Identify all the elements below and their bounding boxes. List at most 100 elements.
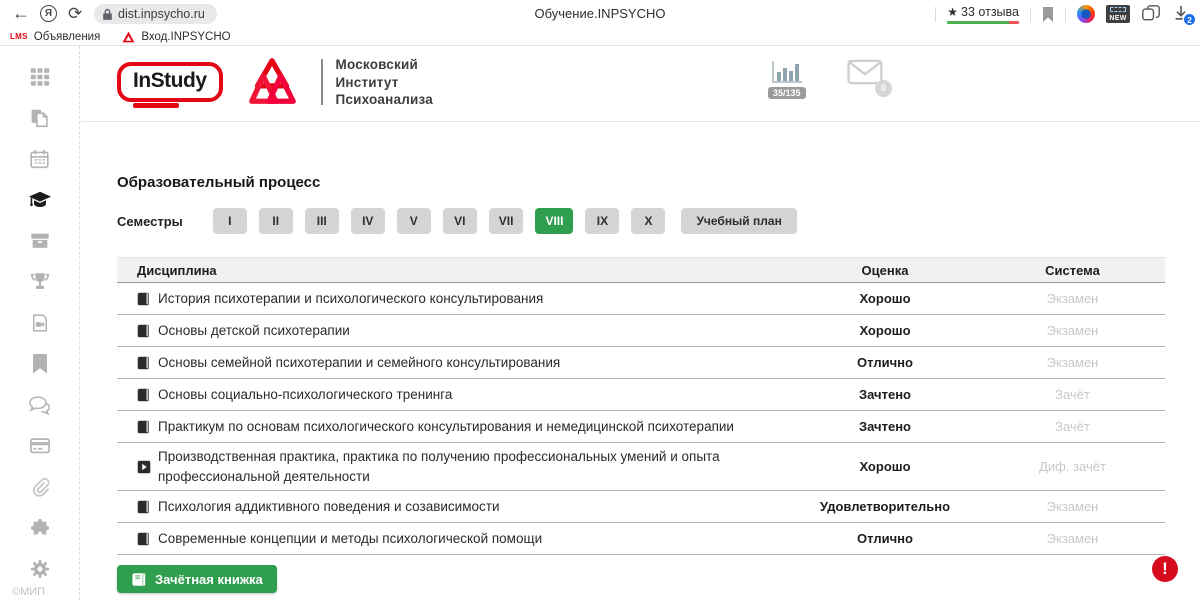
sidebar-item-archive[interactable] — [28, 230, 52, 252]
discipline-label: Психология аддиктивного поведения и соза… — [158, 497, 499, 517]
instudy-logo-text: InStudy — [133, 69, 207, 92]
institute-line: Психоанализа — [336, 91, 433, 109]
sidebar-item-attachments[interactable] — [28, 476, 52, 498]
sidebar: ©МИП — [0, 46, 80, 600]
sidebar-item-messages[interactable] — [28, 394, 52, 416]
institute-name: Московский Институт Психоанализа — [321, 56, 433, 109]
semester-button-9[interactable]: IX — [585, 208, 619, 234]
trophy-icon — [29, 271, 51, 293]
triangle-logo-icon — [122, 31, 135, 43]
address-bar[interactable]: dist.inpsycho.ru — [94, 4, 217, 24]
downloads-count-badge: 2 — [1183, 13, 1196, 26]
bookmark-label: Объявления — [34, 31, 101, 43]
reviews-count: 33 отзыва — [961, 5, 1019, 19]
grade-value: Хорошо — [790, 323, 980, 338]
bookmark-announcements[interactable]: LMS Объявления — [10, 31, 100, 43]
archive-box-icon — [29, 230, 51, 252]
star-icon: ★ — [947, 5, 958, 19]
divider — [1065, 7, 1066, 22]
sidebar-item-bookmarks[interactable] — [28, 353, 52, 375]
system-value: Экзамен — [980, 499, 1165, 514]
documents-icon — [29, 107, 50, 129]
institute-line: Московский — [336, 56, 433, 74]
table-row[interactable]: Психология аддиктивного поведения и соза… — [117, 491, 1165, 523]
system-value: Зачёт — [980, 387, 1165, 402]
sidebar-item-payments[interactable] — [28, 435, 52, 457]
sidebar-item-video[interactable] — [28, 312, 52, 334]
progress-badge: 35/135 — [768, 87, 806, 99]
sidebar-item-settings[interactable] — [28, 558, 52, 580]
semester-button-1[interactable]: I — [213, 208, 247, 234]
curriculum-button[interactable]: Учебный план — [681, 208, 796, 234]
table-row[interactable]: История психотерапии и психологического … — [117, 283, 1165, 315]
book-icon — [137, 532, 151, 546]
app-frame: ©МИП InStudy Мо — [0, 46, 1200, 600]
mail-widget[interactable]: 0 — [847, 59, 883, 90]
table-row[interactable]: Практикум по основам психологического ко… — [117, 411, 1165, 443]
table-row[interactable]: Производственная практика, практика по п… — [117, 443, 1165, 491]
reviews-widget[interactable]: ★ 33 отзыва — [947, 5, 1019, 23]
institute-triangle-logo — [243, 56, 301, 108]
grades-table: Дисциплина Оценка Система История психот… — [117, 257, 1165, 555]
divider — [935, 7, 936, 22]
semester-button-4[interactable]: IV — [351, 208, 385, 234]
table-row[interactable]: Основы детской психотерапии Хорошо Экзам… — [117, 315, 1165, 347]
sidebar-item-education[interactable] — [28, 189, 52, 211]
back-icon[interactable]: ← — [12, 4, 30, 22]
table-row[interactable]: Основы социально-психологического тренин… — [117, 379, 1165, 411]
alert-icon[interactable]: ! — [1152, 556, 1178, 582]
lock-icon — [102, 8, 113, 21]
url-text: dist.inpsycho.ru — [118, 7, 205, 21]
brand-row: InStudy Московский Институт Психоа — [117, 56, 433, 109]
bookmark-flag-icon[interactable] — [1042, 7, 1054, 22]
bookmarks-bar: LMS Объявления Вход.INPSYCHO — [0, 28, 1200, 46]
sidebar-item-modules[interactable] — [28, 517, 52, 539]
instudy-logo[interactable]: InStudy — [117, 62, 223, 102]
book-icon — [137, 356, 151, 370]
chat-bubbles-icon — [28, 395, 52, 416]
sidebar-item-apps[interactable] — [28, 66, 52, 88]
sidebar-item-achievements[interactable] — [28, 271, 52, 293]
grade-value: Отлично — [790, 355, 980, 370]
table-row[interactable]: Современные концепции и методы психологи… — [117, 523, 1165, 555]
discipline-label: Основы детской психотерапии — [158, 321, 350, 341]
browser-profile-icon[interactable]: Я — [40, 5, 57, 22]
new-label: NEW — [1106, 15, 1130, 22]
capture-frame-icon — [1110, 7, 1126, 12]
column-header-grade: Оценка — [790, 263, 980, 278]
semester-button-8-active[interactable]: VIII — [535, 208, 573, 234]
extension-icon[interactable] — [1077, 5, 1095, 23]
book-icon — [137, 500, 151, 514]
downloads-icon[interactable]: 2 — [1172, 4, 1192, 24]
sidebar-item-documents[interactable] — [28, 107, 52, 129]
browser-toolbar: ← Я ⟳ dist.inpsycho.ru Обучение.INPSYCHO… — [0, 0, 1200, 28]
bookmark-label: Вход.INPSYCHO — [141, 31, 230, 43]
discipline-label: Производственная практика, практика по п… — [158, 447, 758, 486]
institute-line: Институт — [336, 74, 433, 92]
table-row[interactable]: Основы семейной психотерапии и семейного… — [117, 347, 1165, 379]
semester-button-10[interactable]: X — [631, 208, 665, 234]
page: ← Я ⟳ dist.inpsycho.ru Обучение.INPSYCHO… — [0, 0, 1200, 600]
semester-button-6[interactable]: VI — [443, 208, 477, 234]
discipline-label: Практикум по основам психологического ко… — [158, 417, 734, 437]
bookmark-login[interactable]: Вход.INPSYCHO — [122, 31, 230, 43]
collections-icon[interactable] — [1141, 5, 1161, 23]
book-icon — [137, 388, 151, 402]
progress-stats[interactable]: 35/135 — [768, 59, 806, 99]
system-value: Зачёт — [980, 419, 1165, 434]
sidebar-item-calendar[interactable] — [28, 148, 52, 170]
play-icon — [137, 460, 151, 474]
screenshot-new-icon[interactable]: NEW — [1106, 5, 1130, 23]
gradebook-button[interactable]: Зачётная книжка — [117, 565, 277, 593]
grade-value: Удовлетворительно — [790, 499, 980, 514]
semester-button-7[interactable]: VII — [489, 208, 524, 234]
page-heading: Образовательный процесс — [117, 174, 320, 191]
semester-button-2[interactable]: II — [259, 208, 293, 234]
semester-button-3[interactable]: III — [305, 208, 339, 234]
paperclip-icon — [29, 476, 51, 498]
bar-chart-icon — [770, 59, 804, 86]
semester-button-5[interactable]: V — [397, 208, 431, 234]
grade-value: Хорошо — [790, 459, 980, 474]
book-icon — [137, 324, 151, 338]
refresh-icon[interactable]: ⟳ — [68, 5, 82, 22]
